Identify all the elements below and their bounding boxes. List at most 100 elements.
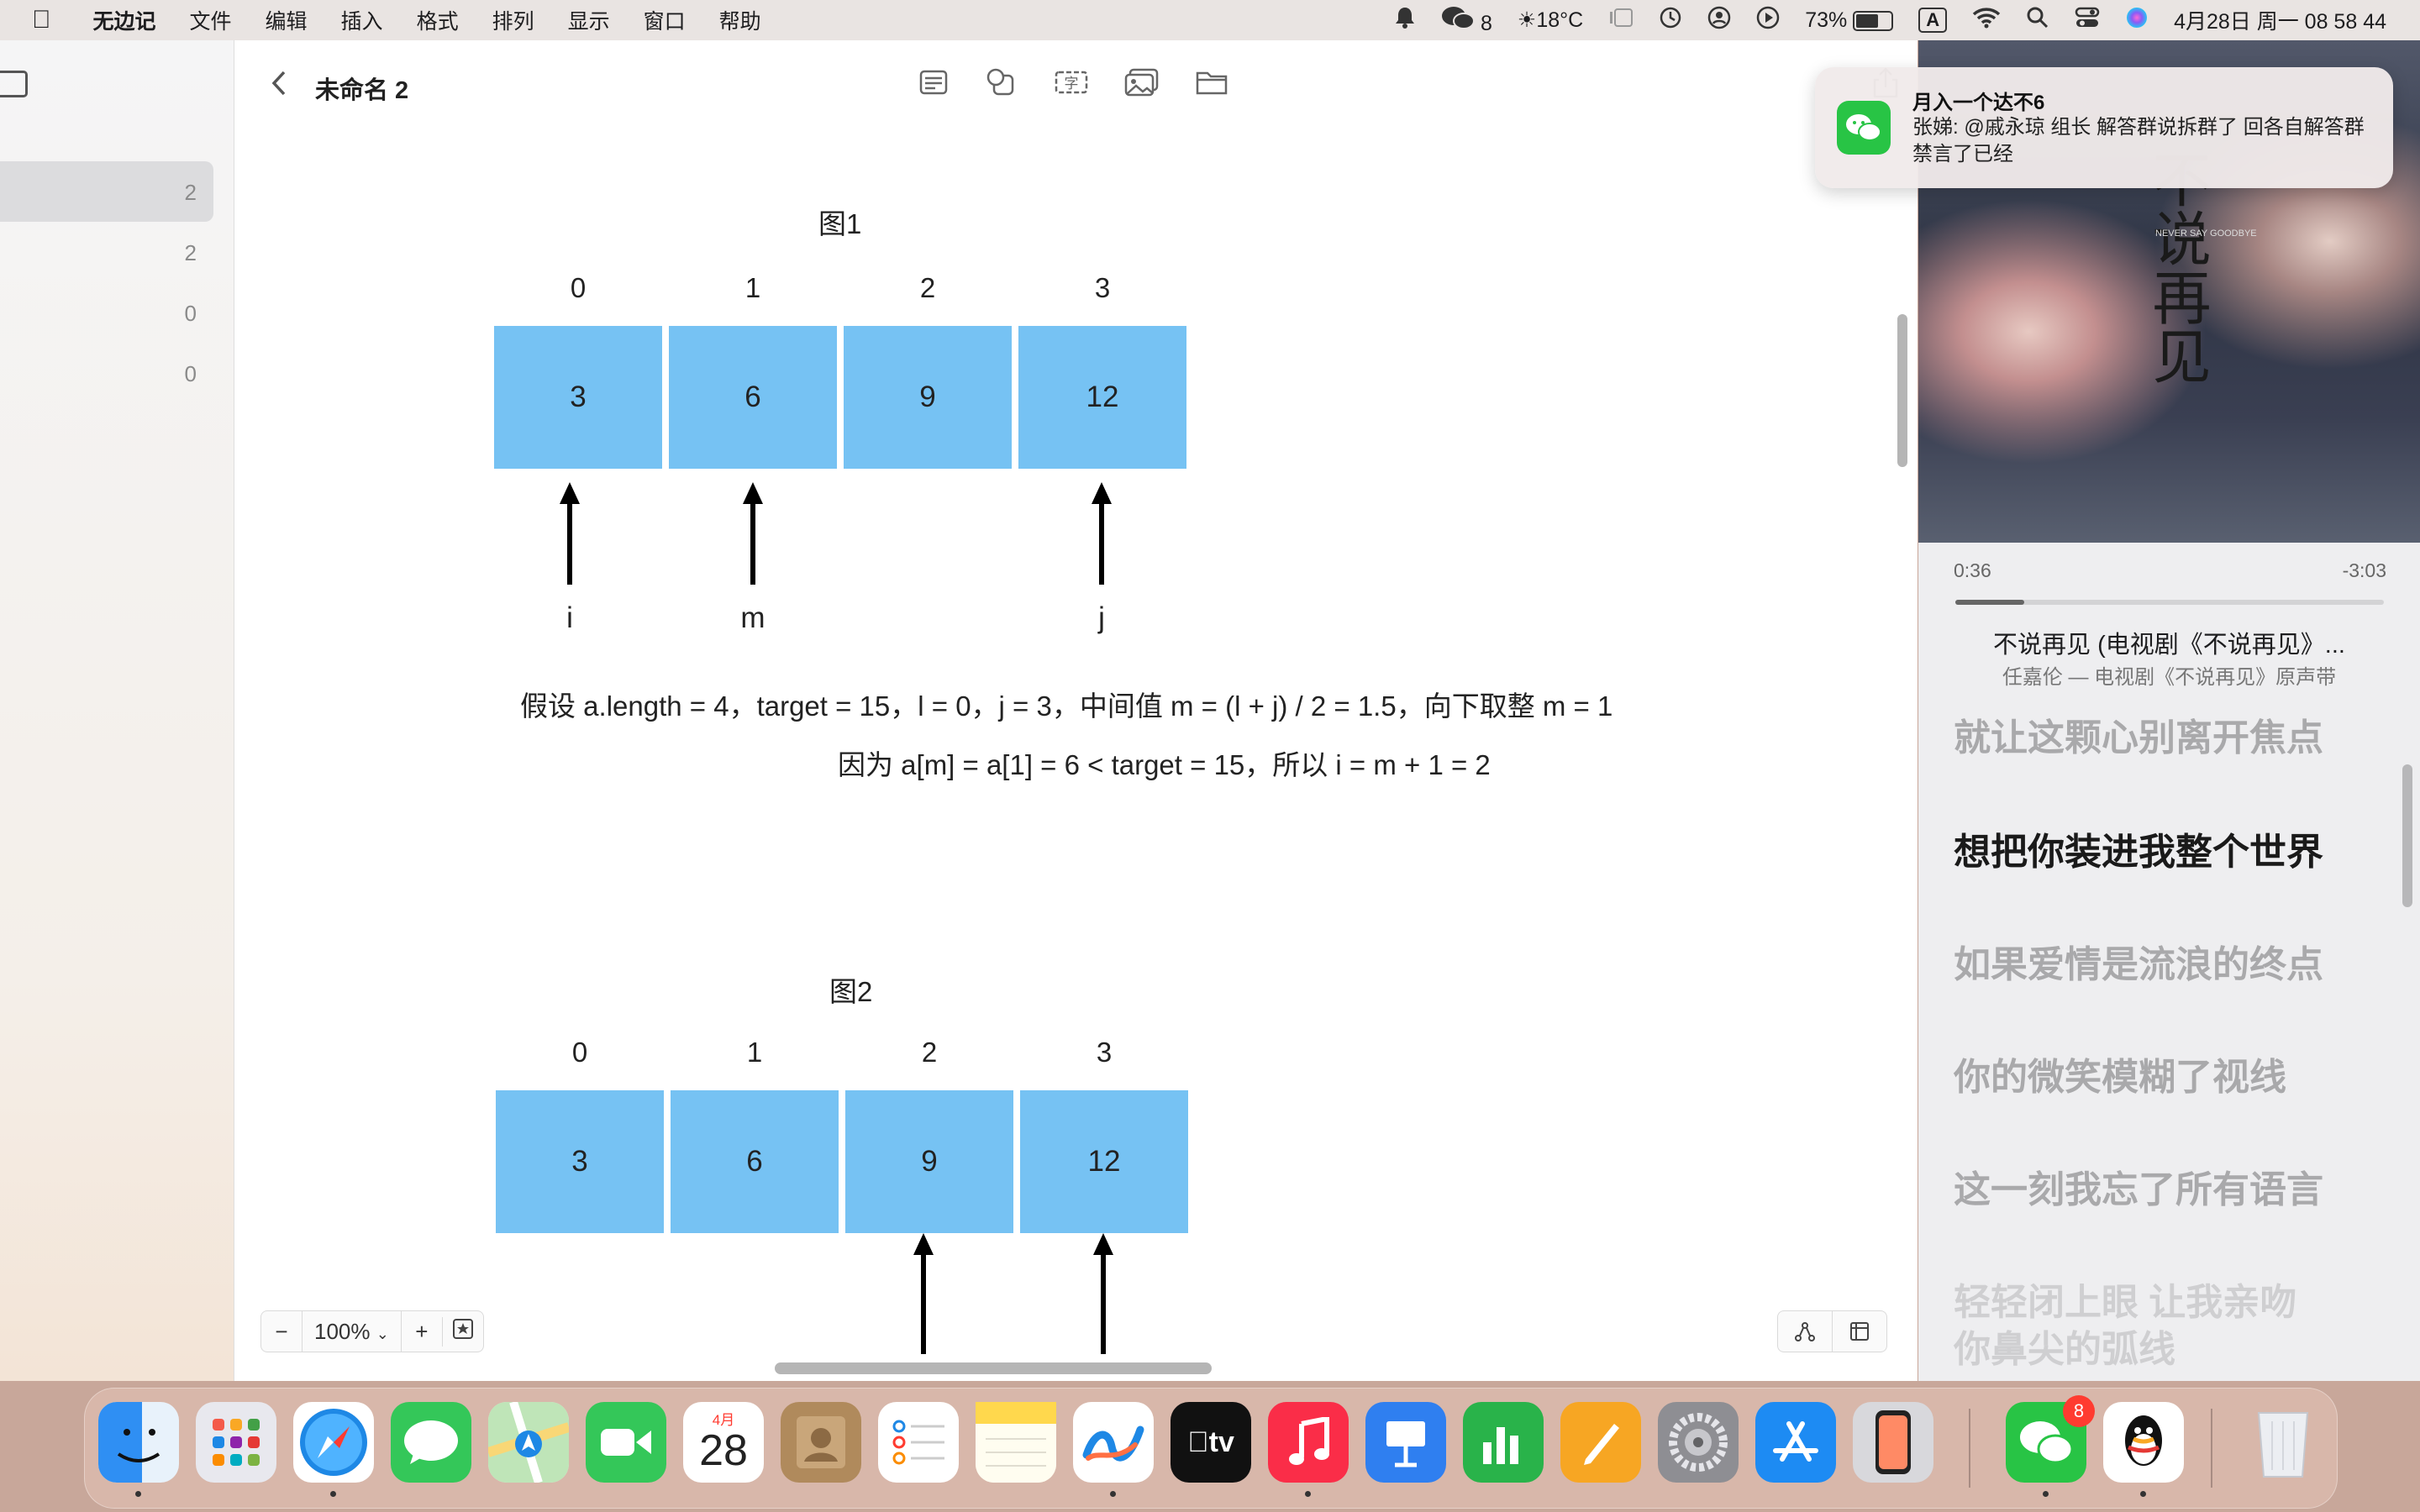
dock-iphone-mirroring[interactable] — [1853, 1402, 1933, 1483]
menu-format[interactable]: 格式 — [417, 5, 459, 35]
weather-status-item[interactable]: ☀18°C — [1518, 8, 1583, 33]
document-title[interactable]: 未命名 2 — [315, 71, 408, 106]
dock-qq[interactable] — [2103, 1402, 2184, 1483]
media-icon[interactable] — [1123, 66, 1159, 99]
siri-icon[interactable] — [2125, 6, 2149, 35]
lyric-line[interactable]: 你鼻尖的弧线 — [1954, 1319, 2175, 1373]
user-account-icon[interactable] — [1707, 6, 1731, 35]
pointer-label-i[interactable]: i — [544, 601, 595, 635]
menu-file[interactable]: 文件 — [190, 5, 232, 35]
zoom-level-select[interactable]: 100% ⌄ — [302, 1311, 402, 1352]
dock-numbers[interactable] — [1463, 1402, 1544, 1483]
menu-help[interactable]: 帮助 — [719, 5, 761, 35]
array-index[interactable]: 3 — [1018, 272, 1186, 304]
battery-status-item[interactable]: 73% — [1805, 8, 1894, 33]
array-cell[interactable]: 3 — [496, 1090, 664, 1233]
horizontal-scrollbar[interactable] — [775, 1362, 1212, 1374]
menu-window[interactable]: 窗口 — [644, 5, 686, 35]
clock-datetime[interactable]: 4月28日 周一 08 58 44 — [2174, 5, 2386, 35]
pointer-arrow-m[interactable] — [743, 482, 763, 585]
array-index[interactable]: 2 — [844, 272, 1012, 304]
shapes-icon[interactable] — [984, 66, 1018, 99]
notification-bell-icon[interactable] — [1394, 6, 1416, 35]
back-button[interactable] — [270, 69, 288, 105]
sidebar-item-selected[interactable]: 2 — [0, 161, 213, 222]
array-index[interactable]: 1 — [671, 1037, 839, 1068]
zoom-out-button[interactable]: − — [261, 1319, 302, 1345]
array-cell[interactable]: 12 — [1018, 326, 1186, 469]
wechat-notification[interactable]: 月入一个达不6 张娣: @戚永琼 组长 解答群说拆群了 回各自解答群 禁言了已经 — [1815, 67, 2393, 188]
dock-notes[interactable] — [976, 1402, 1056, 1483]
dock-safari[interactable] — [293, 1402, 374, 1483]
array-cell[interactable]: 3 — [494, 326, 662, 469]
board-canvas[interactable]: 图1 0 1 2 3 3 6 9 12 i m j 假设 a.length = … — [234, 128, 1918, 1381]
dock-calendar[interactable]: 4月 28 — [683, 1402, 764, 1483]
spotlight-search-icon[interactable] — [2026, 6, 2049, 35]
lyric-line[interactable]: 如果爱情是流浪的终点 — [1954, 934, 2323, 988]
array-index[interactable]: 0 — [494, 272, 662, 304]
connection-points-button[interactable] — [1778, 1311, 1832, 1352]
lyric-line[interactable]: 你的微笑模糊了视线 — [1954, 1047, 2286, 1100]
lyric-line[interactable]: 这一刻我忘了所有语言 — [1954, 1159, 2323, 1213]
pointer-label-m[interactable]: m — [728, 601, 778, 635]
wifi-icon[interactable] — [1972, 7, 2001, 34]
explanation-line-1[interactable]: 假设 a.length = 4，target = 15，l = 0，j = 3，… — [520, 684, 1612, 724]
array-cell[interactable]: 9 — [844, 326, 1012, 469]
explanation-line-2[interactable]: 因为 a[m] = a[1] = 6 < target = 15，所以 i = … — [838, 743, 1491, 783]
array-index[interactable]: 1 — [669, 272, 837, 304]
dock-contacts[interactable] — [781, 1402, 861, 1483]
dock-finder[interactable] — [98, 1402, 179, 1483]
lyric-line[interactable]: 就让这颗心别离开焦点 — [1954, 707, 2323, 761]
array-cell[interactable]: 12 — [1020, 1090, 1188, 1233]
array-index[interactable]: 3 — [1020, 1037, 1188, 1068]
time-machine-icon[interactable] — [1659, 6, 1682, 35]
lyric-line[interactable]: 轻轻闭上眼 让我亲吻 — [1954, 1272, 2296, 1326]
now-playing-icon[interactable] — [1756, 6, 1780, 35]
menu-arrange[interactable]: 排列 — [492, 5, 534, 35]
sidebar-toggle-icon[interactable] — [0, 71, 28, 97]
favorite-view-button[interactable] — [441, 1316, 483, 1347]
dock-music[interactable] — [1268, 1402, 1349, 1483]
stage-manager-icon[interactable] — [1608, 7, 1634, 34]
input-method-icon[interactable]: A — [1918, 8, 1948, 33]
array-index[interactable]: 2 — [845, 1037, 1013, 1068]
array-cell[interactable]: 6 — [669, 326, 837, 469]
sidebar-item[interactable]: 0 — [0, 282, 213, 343]
sidebar-item[interactable]: 0 — [0, 343, 213, 403]
lyrics-scrollbar[interactable] — [2402, 764, 2412, 907]
dock-maps[interactable] — [488, 1402, 569, 1483]
sidebar-item[interactable]: 2 — [0, 222, 213, 282]
vertical-scrollbar[interactable] — [1897, 314, 1907, 467]
playback-progress-bar[interactable] — [1955, 600, 2384, 605]
dock-trash[interactable] — [2243, 1402, 2323, 1483]
grid-toggle-button[interactable] — [1832, 1311, 1886, 1352]
dock-reminders[interactable] — [878, 1402, 959, 1483]
apple-menu-icon[interactable]:  — [32, 6, 51, 34]
dock-wechat[interactable]: 8 — [2006, 1395, 2095, 1483]
dock-app-store[interactable] — [1755, 1402, 1836, 1483]
array-cell[interactable]: 9 — [845, 1090, 1013, 1233]
dock-system-settings[interactable] — [1658, 1402, 1739, 1483]
folder-icon[interactable] — [1194, 66, 1228, 99]
array-index[interactable]: 0 — [496, 1037, 664, 1068]
pointer-label-j[interactable]: j — [1076, 601, 1127, 635]
dock-pages[interactable] — [1560, 1402, 1641, 1483]
dock-facetime[interactable] — [586, 1402, 666, 1483]
lyric-line-current[interactable]: 想把你装进我整个世界 — [1954, 822, 2323, 875]
array-cell[interactable]: 6 — [671, 1090, 839, 1233]
control-center-icon[interactable] — [2075, 6, 2100, 35]
figure-1-title[interactable]: 图1 — [818, 202, 861, 242]
sticky-note-icon[interactable] — [917, 66, 950, 99]
pointer-arrow[interactable] — [913, 1233, 934, 1354]
menu-edit[interactable]: 编辑 — [266, 5, 308, 35]
figure-2-title[interactable]: 图2 — [829, 969, 872, 1010]
text-box-icon[interactable]: 字 — [1053, 66, 1088, 99]
zoom-in-button[interactable]: + — [402, 1319, 442, 1345]
dock-messages[interactable] — [391, 1402, 471, 1483]
menu-view[interactable]: 显示 — [568, 5, 610, 35]
dock-keynote[interactable] — [1365, 1402, 1446, 1483]
wechat-status-item[interactable]: 8 — [1441, 5, 1492, 36]
pointer-arrow[interactable] — [1093, 1233, 1113, 1354]
menu-app-name[interactable]: 无边记 — [93, 5, 156, 35]
pointer-arrow-j[interactable] — [1092, 482, 1112, 585]
